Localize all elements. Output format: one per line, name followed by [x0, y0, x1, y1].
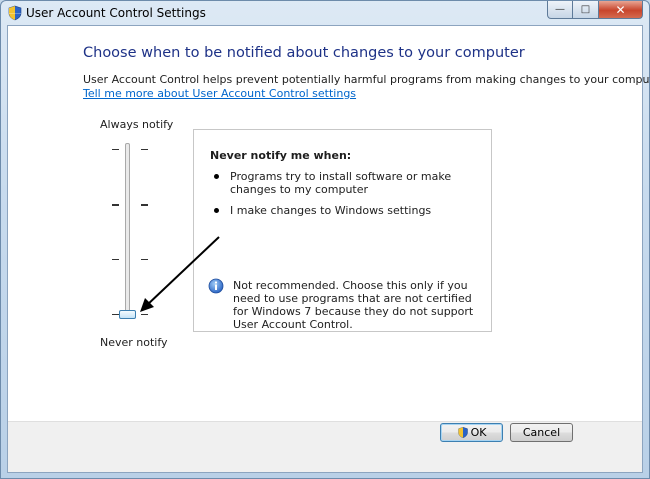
info-icon	[208, 278, 224, 294]
title-bar[interactable]: User Account Control Settings — □ ✕	[1, 1, 649, 25]
bullet-icon	[214, 208, 219, 213]
slider-tick	[141, 259, 148, 260]
uac-shield-icon	[8, 5, 22, 21]
slider-tick	[141, 204, 148, 206]
list-item: Programs try to install software or make…	[210, 170, 485, 196]
slider-tick	[141, 314, 148, 315]
slider-bottom-label: Never notify	[100, 336, 168, 349]
caption-buttons: — □ ✕	[547, 1, 643, 19]
ok-label: OK	[470, 426, 487, 439]
slider-top-label: Always notify	[100, 118, 174, 131]
bullet-text: I make changes to Windows settings	[230, 204, 432, 217]
panel-title: Never notify me when:	[210, 149, 352, 162]
list-item: I make changes to Windows settings	[210, 204, 485, 217]
slider-tick	[112, 314, 119, 315]
notification-slider-track[interactable]	[125, 143, 130, 318]
bullet-text: Programs try to install software or make…	[230, 170, 452, 196]
bullet-icon	[214, 174, 219, 179]
learn-more-link[interactable]: Tell me more about User Account Control …	[83, 87, 356, 100]
level-description-panel: Never notify me when: Programs try to in…	[193, 129, 492, 332]
maximize-button[interactable]: □	[573, 1, 599, 19]
slider-tick	[141, 149, 148, 150]
slider-tick	[112, 259, 119, 260]
uac-settings-window: User Account Control Settings — □ ✕ Choo…	[0, 0, 650, 479]
minimize-button[interactable]: —	[547, 1, 573, 19]
close-button[interactable]: ✕	[599, 1, 643, 19]
slider-tick	[112, 149, 119, 150]
ok-button[interactable]: OK	[440, 423, 503, 442]
cancel-button[interactable]: Cancel	[510, 423, 573, 442]
page-title: Choose when to be notified about changes…	[83, 45, 525, 61]
slider-tick	[112, 204, 119, 206]
panel-bullet-list: Programs try to install software or make…	[210, 170, 485, 225]
window-title: User Account Control Settings	[26, 6, 206, 20]
warning-note: Not recommended. Choose this only if you…	[233, 279, 474, 331]
uac-shield-icon	[457, 427, 468, 438]
client-area: Choose when to be notified about changes…	[7, 25, 650, 473]
description-text: User Account Control helps prevent poten…	[83, 73, 650, 86]
notification-slider-thumb[interactable]	[119, 310, 136, 319]
